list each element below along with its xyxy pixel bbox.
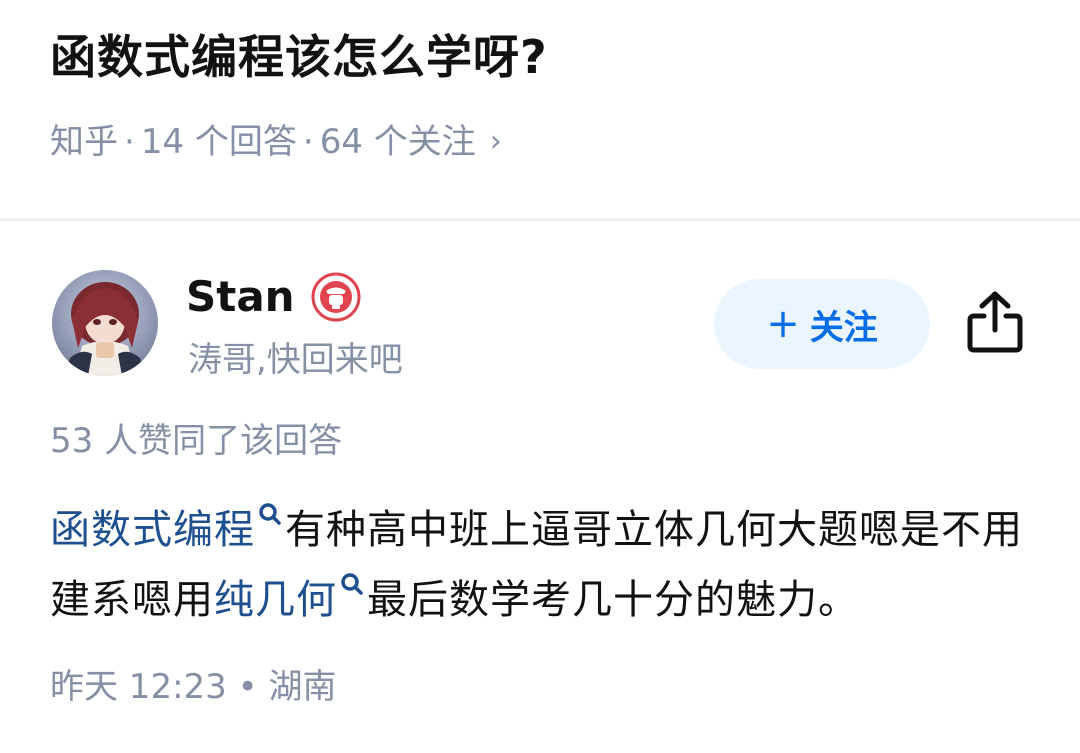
search-icon[interactable]	[339, 571, 365, 597]
answer-count: 14 个回答	[140, 122, 297, 162]
answer-text: 最后数学考几十分的魅力。	[367, 577, 859, 623]
avatar-image	[52, 270, 158, 376]
chevron-right-icon: ›	[489, 124, 502, 159]
meta-separator: ·	[124, 122, 135, 162]
question-meta[interactable]: 知乎 · 14 个回答 · 64 个关注 ›	[50, 118, 502, 166]
author-bio: 涛哥,快回来吧	[188, 340, 403, 380]
author-avatar[interactable]	[52, 270, 158, 376]
share-icon[interactable]	[964, 288, 1026, 354]
question-title[interactable]: 函数式编程该怎么学呀?	[50, 22, 548, 92]
author-name[interactable]: Stan	[186, 270, 295, 324]
keyword-link[interactable]: 函数式编程	[50, 507, 255, 553]
section-divider	[0, 218, 1080, 221]
plus-icon: +	[766, 301, 800, 347]
source-label: 知乎	[50, 122, 118, 162]
follow-label: 关注	[809, 307, 878, 348]
creator-badge-icon	[311, 272, 361, 322]
follow-button[interactable]: + 关注	[714, 279, 930, 369]
keyword-link[interactable]: 纯几何	[214, 577, 337, 623]
follower-count: 64 个关注	[319, 122, 476, 162]
answer-timestamp: 昨天 12:23 • 湖南	[50, 667, 337, 707]
author-name-row[interactable]: Stan	[186, 270, 361, 324]
vote-count: 53 人赞同了该回答	[50, 421, 343, 461]
meta-separator: ·	[302, 122, 314, 162]
answer-content: 函数式编程 有种高中班上逼哥立体几何大题嗯是不用建系嗯用纯几何 最后数学考几十分的魅…	[50, 495, 1040, 635]
search-icon[interactable]	[257, 501, 283, 527]
